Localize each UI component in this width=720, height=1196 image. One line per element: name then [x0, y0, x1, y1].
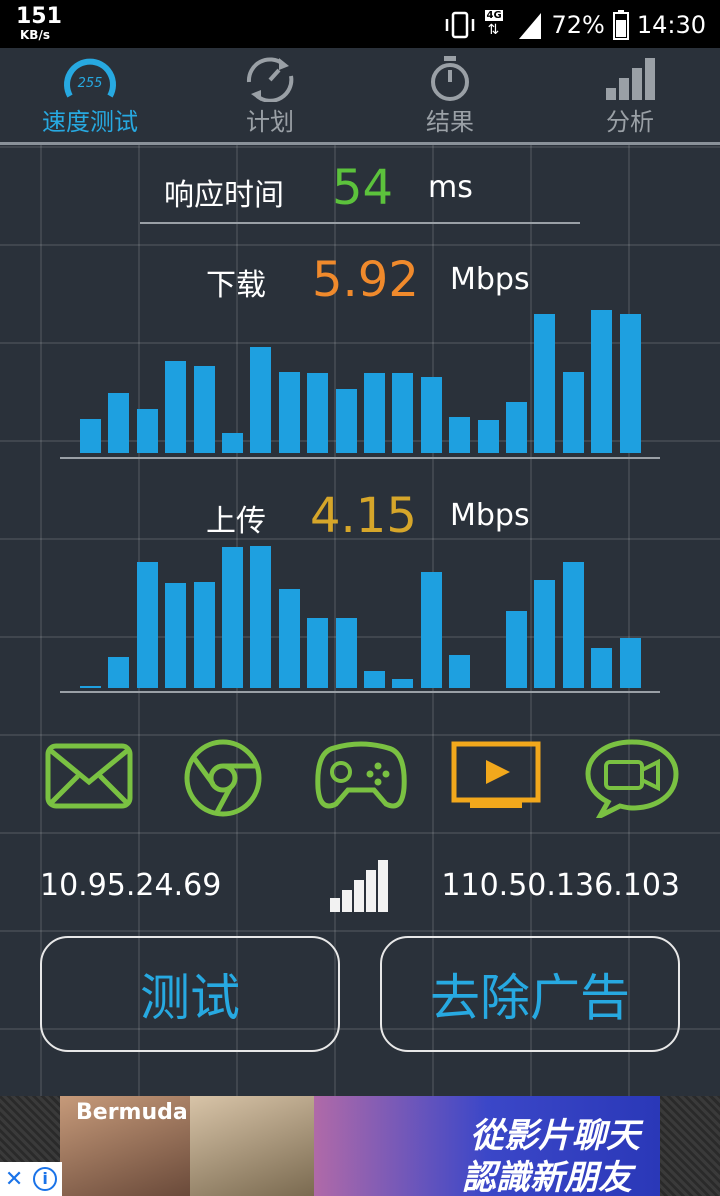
status-bar: 151 KB/s 4G ⇅ 72% 14:30 [0, 0, 720, 48]
throughput-bar [534, 314, 556, 453]
throughput-bar [250, 347, 272, 453]
ad-headline-2: 認識新朋友 [462, 1158, 632, 1196]
gamepad-icon[interactable] [314, 738, 408, 814]
download-baseline [60, 457, 660, 459]
throughput-bar [165, 582, 187, 688]
ping-value: 54 [332, 160, 394, 216]
throughput-bar [80, 686, 101, 688]
signal-bars-icon [606, 58, 655, 100]
throughput-bar [307, 618, 329, 688]
throughput-bar [222, 432, 243, 453]
throughput-bar [335, 388, 357, 453]
clock: 14:30 [636, 11, 706, 39]
battery-percent: 72% [551, 11, 605, 39]
throughput-bar [364, 670, 385, 688]
info-icon[interactable]: i [33, 1167, 58, 1191]
tab-schedule[interactable]: 计划 [180, 48, 360, 142]
throughput-bar [307, 372, 329, 453]
throughput-bar [335, 618, 357, 688]
server-ip: 110.50.136.103 [441, 868, 680, 903]
ad-banner[interactable]: Bermuda 從影片聊天 認識新朋友 ✕ i [0, 1096, 720, 1196]
throughput-bar [506, 611, 527, 688]
download-label: 下载 [206, 268, 266, 303]
upload-baseline [60, 691, 660, 693]
throughput-bar [222, 547, 243, 688]
tab-bar: 255 速度测试 计划 结果 分析 [0, 48, 720, 145]
throughput-bar [392, 679, 414, 688]
video-tv-icon[interactable] [450, 738, 542, 812]
mail-icon[interactable] [44, 738, 134, 814]
local-ip: 10.95.24.69 [40, 868, 222, 903]
throughput-bar [420, 377, 442, 453]
throughput-bar [591, 310, 613, 453]
tab-label: 速度测试 [42, 108, 138, 136]
network-speed-unit: KB/s [20, 28, 50, 42]
ad-choices[interactable]: ✕ i [0, 1162, 62, 1196]
upload-unit: Mbps [450, 498, 530, 533]
throughput-bar [136, 408, 158, 453]
throughput-bar [278, 371, 300, 453]
ping-label: 响应时间 [164, 178, 284, 213]
download-unit: Mbps [450, 262, 530, 297]
battery-icon [612, 10, 629, 40]
close-icon[interactable]: ✕ [5, 1167, 23, 1192]
throughput-bar [193, 365, 215, 453]
ad-photo [190, 1096, 314, 1196]
refresh-gauge-icon [246, 57, 294, 102]
ping-divider [140, 222, 580, 224]
stopwatch-icon [431, 56, 469, 101]
test-button[interactable]: 测试 [40, 936, 340, 1052]
tab-analysis[interactable]: 分析 [540, 48, 720, 142]
throughput-bar [108, 656, 130, 688]
throughput-bar [165, 361, 187, 453]
throughput-bar [506, 401, 527, 453]
upload-label: 上传 [206, 504, 266, 539]
throughput-bar [80, 418, 101, 453]
remove-ads-button[interactable]: 去除广告 [380, 936, 680, 1052]
ad-pattern [660, 1096, 720, 1196]
upload-value: 4.15 [310, 488, 417, 544]
download-value: 5.92 [312, 252, 419, 308]
throughput-bar [619, 314, 641, 453]
network-type-icon: 4G ⇅ [485, 10, 503, 38]
throughput-bar [136, 561, 158, 688]
throughput-bar [562, 371, 584, 453]
throughput-bar [278, 588, 300, 688]
tab-label: 计划 [246, 108, 294, 136]
upload-bar-chart [60, 546, 660, 688]
video-chat-icon[interactable] [584, 738, 680, 818]
download-bar-chart [60, 310, 660, 453]
network-speed-value: 151 [16, 4, 62, 29]
browser-icon[interactable] [180, 738, 266, 818]
throughput-bar [477, 420, 499, 453]
throughput-bar [108, 392, 130, 453]
throughput-bar [619, 638, 641, 688]
throughput-bar [449, 417, 471, 453]
ad-brand: Bermuda [76, 1100, 188, 1125]
vibrate-icon [446, 11, 475, 39]
tab-speed-test[interactable]: 255 速度测试 [0, 48, 180, 142]
signal-strength-icon [330, 860, 388, 912]
tab-label: 分析 [606, 108, 654, 136]
status-icons: 4G ⇅ 72% 14:30 [443, 8, 706, 42]
throughput-bar [364, 372, 385, 453]
cell-signal-icon [519, 13, 542, 39]
throughput-bar [534, 580, 556, 688]
throughput-bar [193, 581, 215, 688]
ping-unit: ms [428, 170, 473, 205]
throughput-bar [392, 372, 414, 453]
throughput-bar [562, 561, 584, 688]
speedometer-icon: 255 [64, 58, 116, 98]
tab-label: 结果 [426, 108, 474, 136]
throughput-bar [449, 655, 471, 688]
throughput-bar [591, 648, 613, 688]
speedometer-badge: 255 [78, 76, 103, 91]
throughput-bar [250, 546, 272, 688]
tab-results[interactable]: 结果 [360, 48, 540, 142]
throughput-bar [420, 571, 442, 688]
